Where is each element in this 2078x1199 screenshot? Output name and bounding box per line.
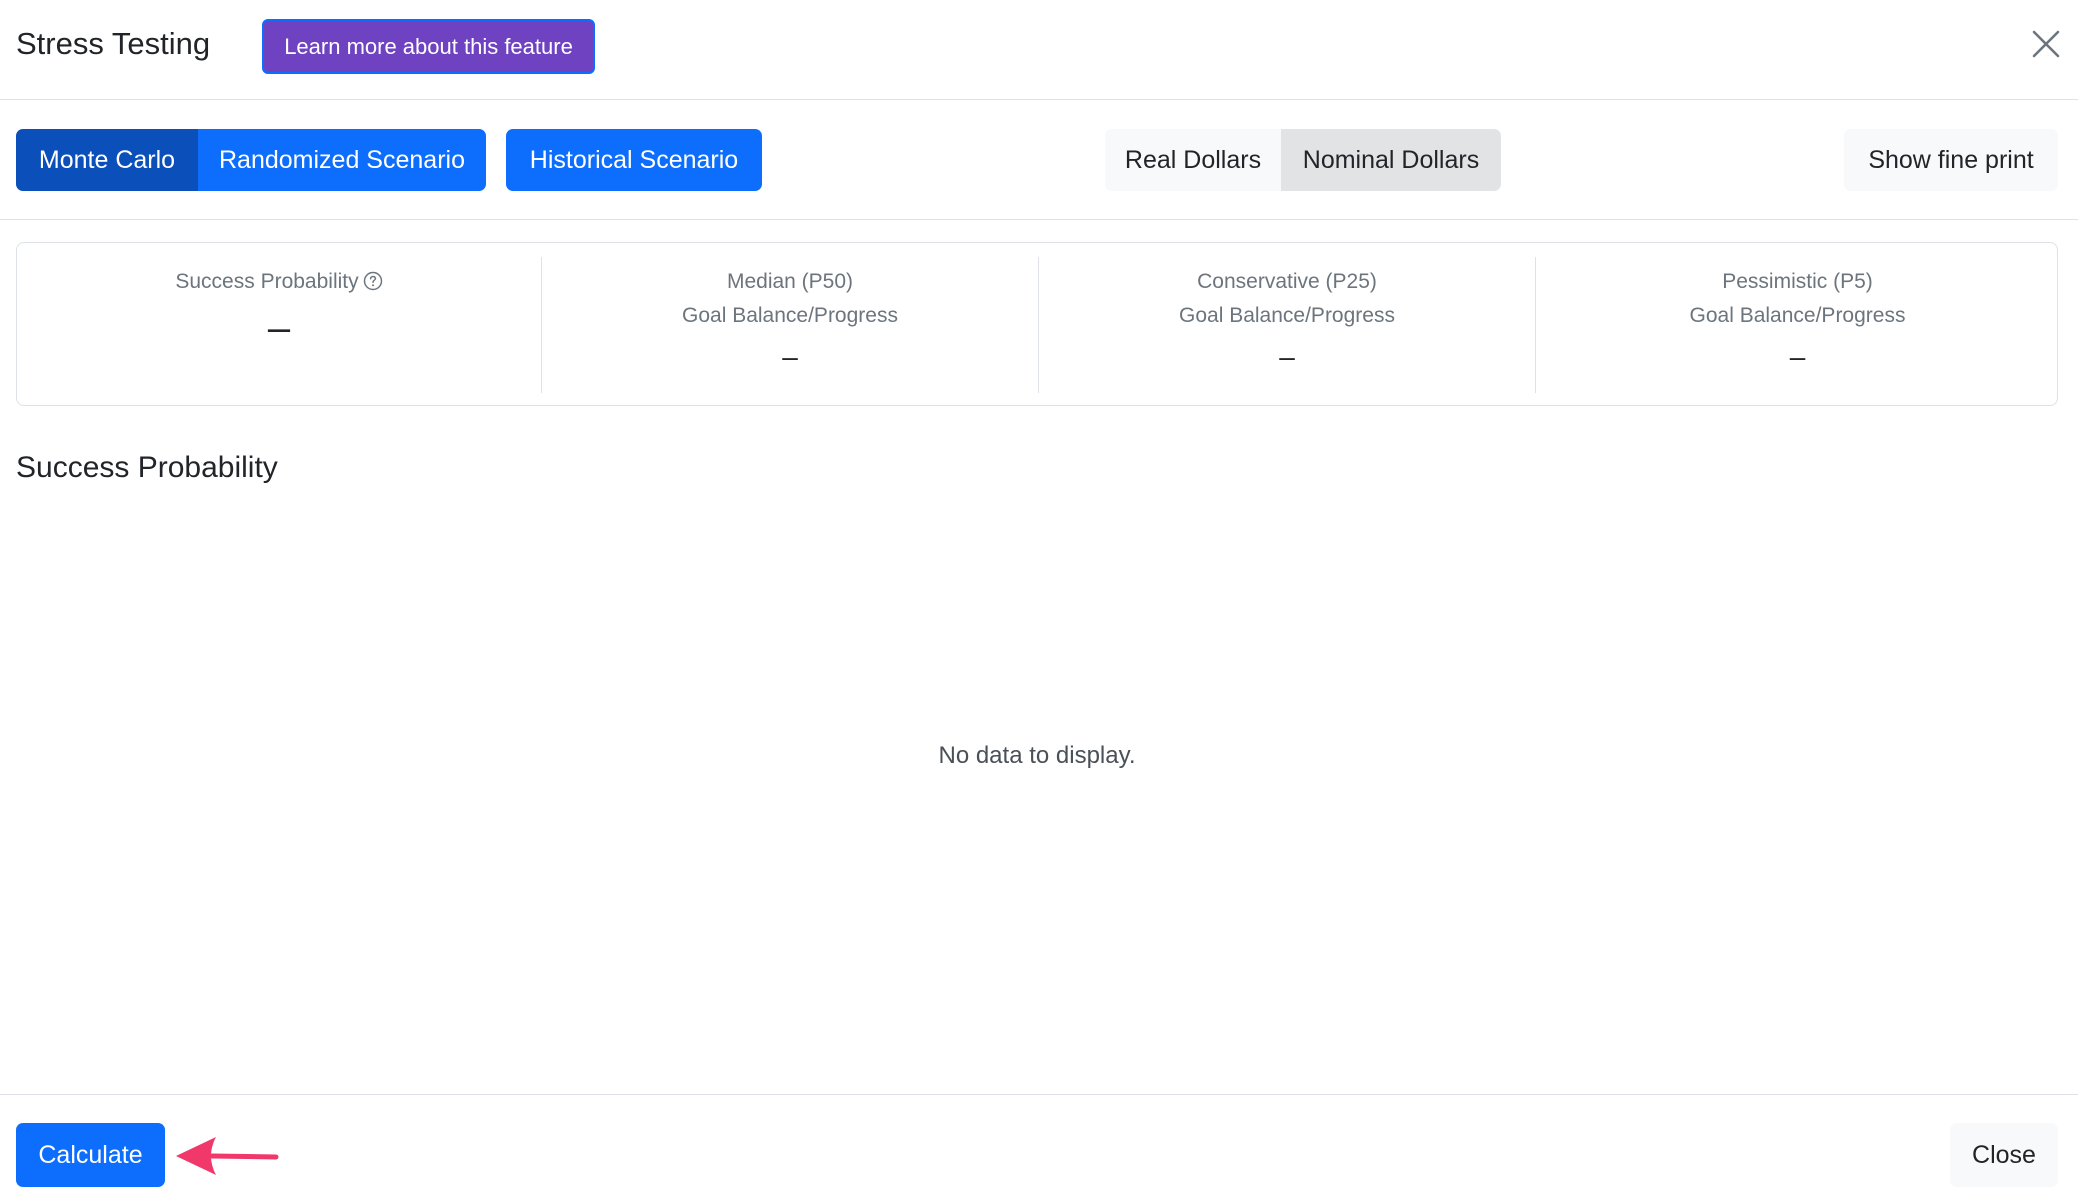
stat-sublabel: Goal Balance/Progress <box>1179 304 1395 327</box>
stat-value: – <box>267 306 291 350</box>
stat-label: Pessimistic (P5) <box>1722 270 1873 293</box>
nominal-dollars-toggle[interactable]: Nominal Dollars <box>1281 129 1501 191</box>
annotation-arrow-icon <box>176 1137 279 1175</box>
stat-conservative: Conservative (P25) Goal Balance/Progress… <box>1038 257 1535 393</box>
stat-pessimistic: Pessimistic (P5) Goal Balance/Progress – <box>1535 257 2059 393</box>
help-icon[interactable] <box>363 271 383 291</box>
stat-label: Success Probability <box>175 270 359 293</box>
stat-median: Median (P50) Goal Balance/Progress – <box>541 257 1038 393</box>
close-button[interactable]: Close <box>1950 1123 2058 1187</box>
stress-testing-modal: Stress Testing Learn more about this fea… <box>0 0 2078 1199</box>
stats-card: Success Probability – Median (P50) Goal … <box>16 242 2058 406</box>
learn-more-button[interactable]: Learn more about this feature <box>262 19 595 74</box>
stat-value: – <box>782 341 798 372</box>
stat-success-probability: Success Probability – <box>17 257 541 393</box>
stat-sublabel: Goal Balance/Progress <box>1689 304 1906 327</box>
stat-sublabel: Goal Balance/Progress <box>682 304 898 327</box>
historical-scenario-button[interactable]: Historical Scenario <box>506 129 762 191</box>
stat-value: – <box>1789 341 1806 372</box>
monte-carlo-tab[interactable]: Monte Carlo <box>16 129 198 191</box>
calculate-button[interactable]: Calculate <box>16 1123 165 1187</box>
toolbar: Monte Carlo Randomized Scenario Historic… <box>0 100 2078 220</box>
close-x-icon[interactable] <box>2030 28 2062 60</box>
modal-title: Stress Testing <box>16 26 211 61</box>
real-dollars-toggle[interactable]: Real Dollars <box>1105 129 1281 191</box>
stat-label: Median (P50) <box>726 270 854 293</box>
section-title: Success Probability <box>16 451 278 484</box>
stat-label: Conservative (P25) <box>1197 270 1377 293</box>
empty-state-message: No data to display. <box>938 742 1136 769</box>
stat-value: – <box>1279 341 1295 372</box>
modal-footer: Calculate Close <box>0 1094 2078 1199</box>
randomized-scenario-tab[interactable]: Randomized Scenario <box>198 129 486 191</box>
show-fine-print-button[interactable]: Show fine print <box>1844 129 2058 191</box>
modal-header: Stress Testing Learn more about this fea… <box>0 0 2078 100</box>
